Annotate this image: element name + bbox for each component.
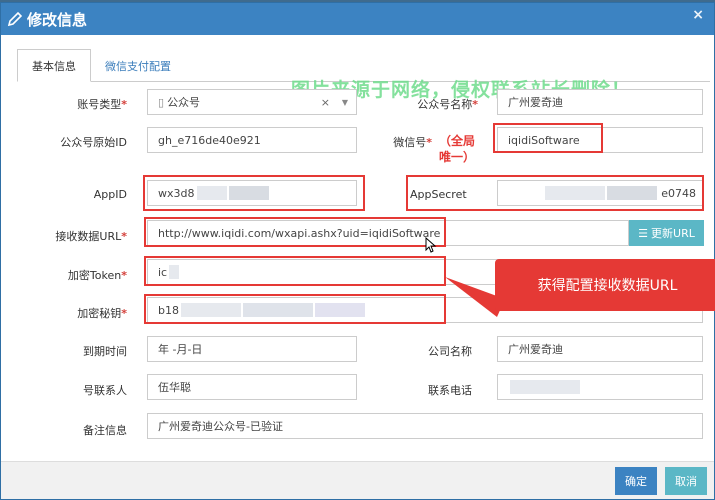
- aes-key-label: 加密秘钥*: [77, 307, 127, 320]
- receive-url-label: 接收数据URL*: [55, 230, 127, 243]
- redacted-mask: [196, 186, 227, 200]
- dialog-body: 基本信息 微信支付配置 图片来源于网络，侵权联系站长删除！ 账号类型* ▯ 公众…: [5, 37, 715, 461]
- callout-bubble: 获得配置接收数据URL: [495, 259, 715, 311]
- account-type-label: 账号类型*: [77, 98, 127, 111]
- wechat-id-note: （全局唯一）: [438, 134, 475, 164]
- contact-input[interactable]: 伍华聪: [147, 374, 357, 400]
- redacted-mask: [314, 303, 365, 317]
- account-type-select[interactable]: ▯ 公众号 × ▼: [147, 89, 357, 115]
- company-input[interactable]: 广州爱奇迪: [497, 336, 703, 362]
- confirm-button[interactable]: 确定: [615, 467, 657, 495]
- cancel-button[interactable]: 取消: [665, 467, 707, 495]
- dialog-title: 修改信息: [27, 10, 88, 29]
- receive-url-input[interactable]: http://www.iqidi.com/wxapi.ashx?uid=iqid…: [147, 220, 629, 246]
- original-id-input[interactable]: gh_e716de40e921: [147, 127, 357, 153]
- expire-label: 到期时间: [83, 345, 127, 358]
- public-name-label: 公众号名称*: [417, 98, 478, 111]
- appid-label: AppID: [93, 188, 127, 201]
- tab-bar: 基本信息 微信支付配置: [17, 49, 185, 82]
- original-id-label: 公众号原始ID: [60, 136, 127, 149]
- document-icon: ▯: [158, 95, 165, 109]
- phone-label: 联系电话: [428, 384, 472, 397]
- dialog-footer: 确定 取消: [1, 461, 714, 499]
- appid-input[interactable]: wx3d8: [147, 180, 357, 206]
- phone-input[interactable]: [497, 374, 703, 400]
- redacted-mask: [228, 186, 269, 200]
- appsecret-label: AppSecret: [410, 188, 467, 201]
- tab-basic-info[interactable]: 基本信息: [17, 49, 91, 82]
- dialog-titlebar: 修改信息 ×: [1, 3, 714, 35]
- tab-wechat-pay[interactable]: 微信支付配置: [91, 49, 185, 82]
- redacted-mask: [180, 303, 241, 317]
- public-name-input[interactable]: 广州爱奇迪: [497, 89, 703, 115]
- wechat-id-input[interactable]: iqidiSoftware: [497, 127, 703, 153]
- remark-input[interactable]: 广州爱奇迪公众号-已验证: [147, 413, 703, 439]
- list-icon: ☰: [638, 226, 649, 240]
- redacted-mask: [510, 380, 580, 394]
- appsecret-input[interactable]: e0748: [497, 180, 703, 206]
- company-label: 公司名称: [428, 345, 472, 358]
- remark-label: 备注信息: [83, 424, 127, 437]
- redacted-mask: [169, 265, 180, 279]
- redacted-mask: [607, 186, 658, 200]
- refresh-url-button[interactable]: ☰ 更新URL: [629, 220, 704, 246]
- close-icon[interactable]: ×: [692, 7, 704, 23]
- edit-icon: [7, 11, 23, 27]
- edit-dialog: 修改信息 × 基本信息 微信支付配置 图片来源于网络，侵权联系站长删除！ 账号类…: [0, 2, 715, 500]
- contact-label: 号联系人: [83, 384, 127, 397]
- redacted-mask: [545, 186, 606, 200]
- mouse-cursor-icon: [425, 237, 437, 253]
- chevron-down-icon[interactable]: ▼: [342, 98, 348, 107]
- expire-date-input[interactable]: 年 -月-日: [147, 336, 357, 362]
- token-label: 加密Token*: [67, 269, 127, 282]
- redacted-mask: [242, 303, 313, 317]
- wechat-id-label: 微信号*: [393, 136, 432, 149]
- clear-icon[interactable]: ×: [321, 96, 330, 109]
